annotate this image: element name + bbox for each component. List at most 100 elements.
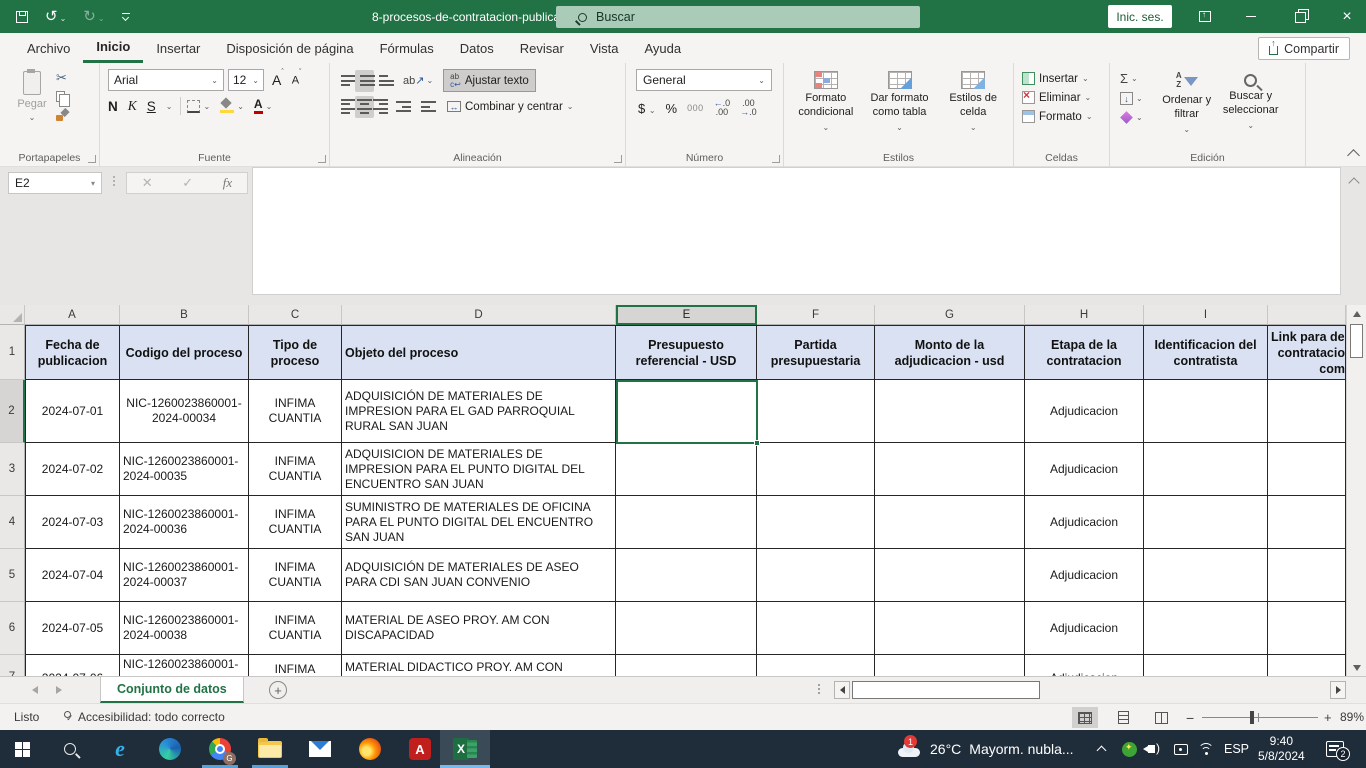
align-center-icon[interactable] <box>355 96 374 118</box>
column-header-f[interactable]: F <box>757 305 875 325</box>
vertical-scrollbar[interactable] <box>1346 305 1366 676</box>
header-codigo[interactable]: Codigo del proceso <box>120 325 249 380</box>
column-header-c[interactable]: C <box>249 305 342 325</box>
header-fecha[interactable]: Fecha de publicacion <box>25 325 120 380</box>
minimize-button[interactable] <box>1234 0 1268 33</box>
tab-disposicion[interactable]: Disposición de página <box>213 33 366 63</box>
cell-j5[interactable] <box>1268 549 1346 602</box>
cut-icon[interactable]: ✂ <box>56 71 67 84</box>
namebox-resize-handle[interactable] <box>113 176 116 186</box>
cell-i3[interactable] <box>1144 443 1268 496</box>
customize-toolbar-icon[interactable] <box>122 13 130 21</box>
column-header-a[interactable]: A <box>25 305 120 325</box>
row-header-5[interactable]: 5 <box>0 549 25 602</box>
cell-d4[interactable]: SUMINISTRO DE MATERIALES DE OFICINA PARA… <box>342 496 616 549</box>
name-box[interactable]: E2▾ <box>8 172 102 194</box>
tab-revisar[interactable]: Revisar <box>507 33 577 63</box>
header-tipo[interactable]: Tipo de proceso <box>249 325 342 380</box>
cell-a7[interactable]: 2024-07-06 <box>25 655 120 676</box>
row-header-7[interactable]: 7 <box>0 655 25 676</box>
close-button[interactable]: × <box>1330 0 1364 33</box>
cell-j7[interactable] <box>1268 655 1346 676</box>
paste-button[interactable]: Pegar ⌄ <box>12 71 52 143</box>
excel-taskbar-button[interactable]: X <box>440 730 490 768</box>
sign-in-button[interactable]: Inic. ses. <box>1108 5 1172 28</box>
cell-g3[interactable] <box>875 443 1025 496</box>
cell-g7[interactable] <box>875 655 1025 676</box>
horizontal-scrollbar[interactable] <box>852 681 1330 699</box>
cell-d5[interactable]: ADQUISICIÓN DE MATERIALES DE ASEO PARA C… <box>342 549 616 602</box>
column-header-g[interactable]: G <box>875 305 1025 325</box>
language-indicator[interactable]: ESP <box>1224 730 1249 768</box>
prev-sheet-icon[interactable] <box>32 686 38 694</box>
column-header-e-selected[interactable]: E <box>616 305 757 325</box>
start-button[interactable] <box>0 730 44 768</box>
cell-h2[interactable]: Adjudicacion <box>1025 380 1144 443</box>
tray-expand-button[interactable] <box>1098 730 1105 768</box>
cell-f4[interactable] <box>757 496 875 549</box>
chrome-button[interactable]: G <box>198 730 242 768</box>
edge-button[interactable] <box>148 730 192 768</box>
underline-button[interactable]: S <box>147 99 156 114</box>
cell-h3[interactable]: Adjudicacion <box>1025 443 1144 496</box>
search-input[interactable]: Buscar <box>556 6 920 28</box>
decrease-font-icon[interactable]: Aˇ <box>292 74 302 87</box>
cell-g4[interactable] <box>875 496 1025 549</box>
cell-g5[interactable] <box>875 549 1025 602</box>
tab-insertar[interactable]: Insertar <box>143 33 213 63</box>
cell-g2[interactable] <box>875 380 1025 443</box>
horizontal-scroll-thumb[interactable] <box>852 681 1040 699</box>
clipboard-dialog-launcher[interactable] <box>88 155 96 163</box>
borders-icon[interactable] <box>187 100 200 113</box>
share-button[interactable]: Compartir <box>1258 37 1350 60</box>
cell-e4[interactable] <box>616 496 757 549</box>
tab-datos[interactable]: Datos <box>447 33 507 63</box>
increase-decimal-icon[interactable]: ←.0.00 <box>714 99 731 117</box>
cell-d3[interactable]: ADQUISICION DE MATERIALES DE IMPRESION P… <box>342 443 616 496</box>
restore-button[interactable] <box>1282 0 1316 33</box>
cell-j3[interactable] <box>1268 443 1346 496</box>
zoom-in-icon[interactable]: + <box>1324 710 1332 725</box>
cell-e5[interactable] <box>616 549 757 602</box>
number-dialog-launcher[interactable] <box>772 155 780 163</box>
cell-h4[interactable]: Adjudicacion <box>1025 496 1144 549</box>
cell-i4[interactable] <box>1144 496 1268 549</box>
font-name-select[interactable]: Arial⌄ <box>108 69 224 91</box>
cell-a4[interactable]: 2024-07-03 <box>25 496 120 549</box>
header-identificacion[interactable]: Identificacion del contratista <box>1144 325 1268 380</box>
cell-c4[interactable]: INFIMA CUANTIA <box>249 496 342 549</box>
cancel-formula-icon[interactable]: ✕ <box>142 175 153 191</box>
font-color-icon[interactable]: A <box>254 98 263 115</box>
scroll-up-icon[interactable] <box>1347 305 1366 322</box>
zoom-slider-thumb[interactable] <box>1250 711 1254 724</box>
italic-button[interactable]: K <box>128 98 137 114</box>
tab-ayuda[interactable]: Ayuda <box>632 33 695 63</box>
formula-input[interactable] <box>252 167 1341 295</box>
merge-center-button[interactable]: ↔ Combinar y centrar⌄ <box>443 95 578 118</box>
currency-icon[interactable]: $ ⌄ <box>638 101 656 116</box>
header-presupuesto[interactable]: Presupuesto referencial - USD <box>616 325 757 380</box>
zoom-percentage[interactable]: 89% <box>1340 710 1364 724</box>
acrobat-button[interactable]: A <box>398 730 442 768</box>
header-link[interactable]: Link para de contratacio com <box>1268 325 1346 380</box>
network-tray-button[interactable] <box>1198 730 1214 768</box>
font-size-select[interactable]: 12⌄ <box>228 69 264 91</box>
cell-d2[interactable]: ADQUISICIÓN DE MATERIALES DE IMPRESION P… <box>342 380 616 443</box>
cell-b7[interactable]: NIC-1260023860001- <box>120 655 249 676</box>
file-explorer-button[interactable] <box>248 730 292 768</box>
page-break-view-button[interactable] <box>1148 707 1174 728</box>
firefox-button[interactable] <box>348 730 392 768</box>
wrap-text-button[interactable]: abc↩ Ajustar texto <box>443 69 536 92</box>
column-header-i[interactable]: I <box>1144 305 1268 325</box>
cell-g6[interactable] <box>875 602 1025 655</box>
cell-a5[interactable]: 2024-07-04 <box>25 549 120 602</box>
next-sheet-icon[interactable] <box>56 686 62 694</box>
comma-style-icon[interactable]: 000 <box>687 103 704 113</box>
column-header-d[interactable]: D <box>342 305 616 325</box>
antivirus-tray-button[interactable] <box>1122 730 1137 768</box>
accessibility-status[interactable]: Accesibilidad: todo correcto <box>62 710 225 724</box>
cell-e6[interactable] <box>616 602 757 655</box>
cell-a3[interactable]: 2024-07-02 <box>25 443 120 496</box>
increase-indent-icon[interactable] <box>416 96 433 118</box>
select-all-corner[interactable] <box>0 305 25 325</box>
